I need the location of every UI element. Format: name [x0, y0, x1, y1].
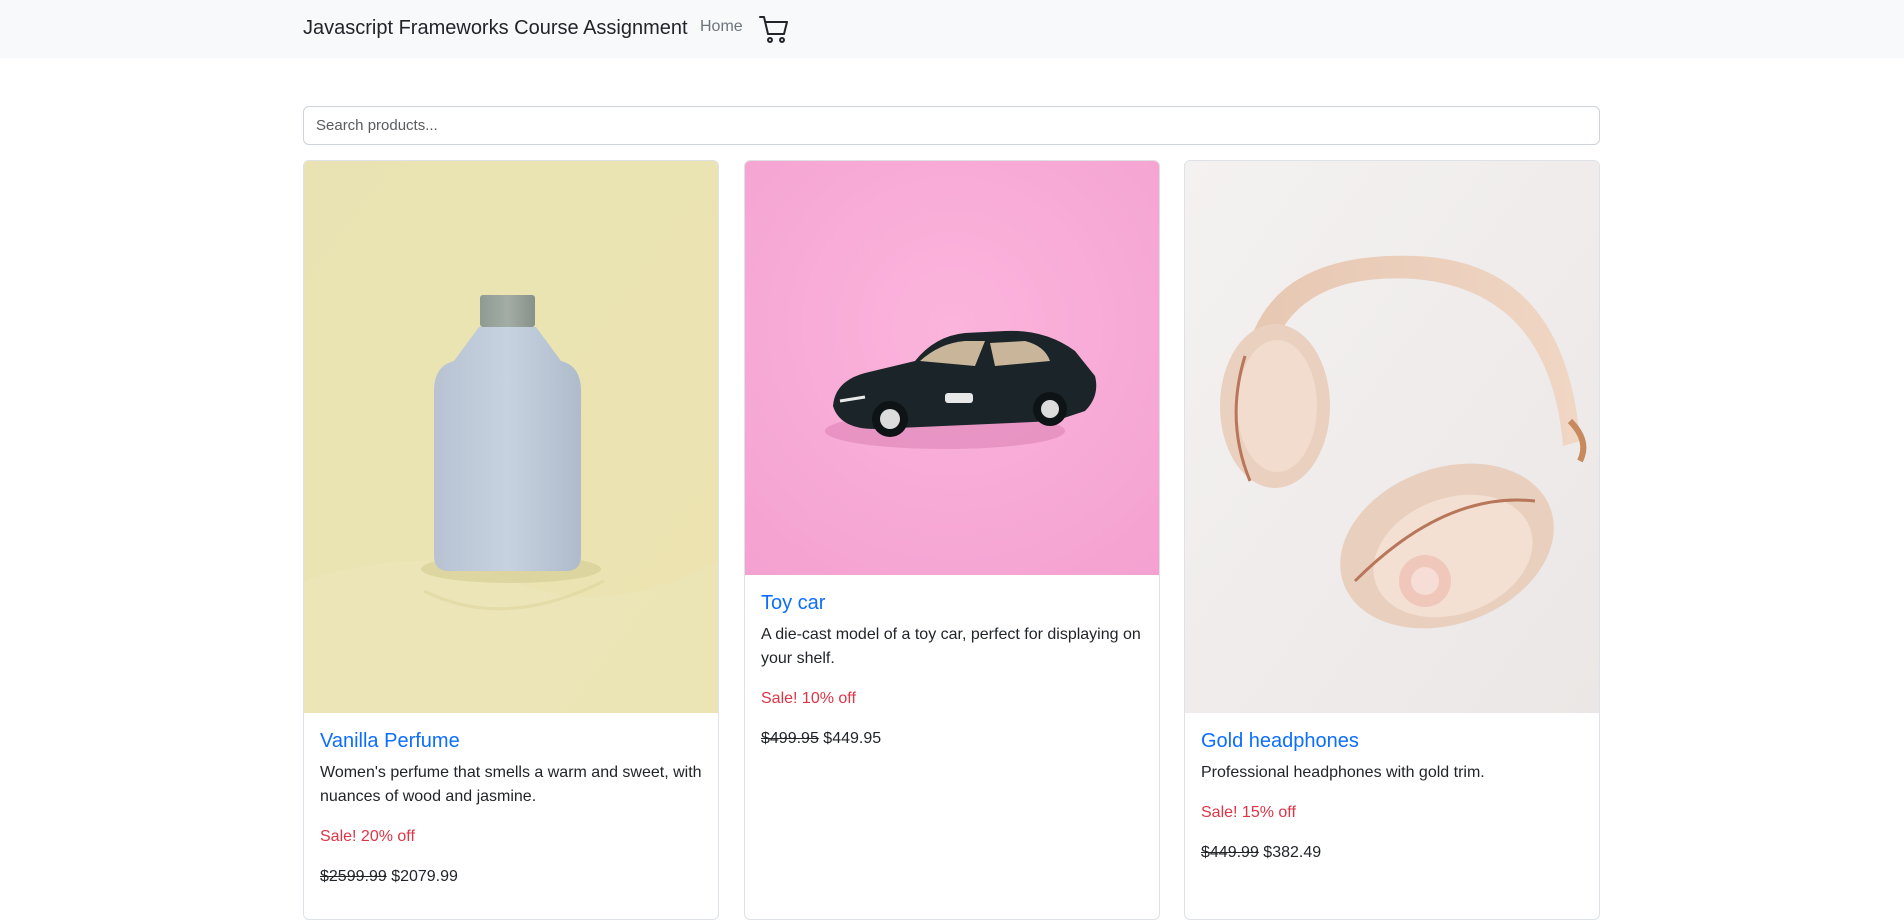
product-card-toy-car[interactable]: Toy car A die-cast model of a toy car, p… [744, 160, 1160, 920]
product-description: Women's perfume that smells a warm and s… [320, 764, 702, 805]
old-price: $499.95 [761, 730, 819, 747]
sale-badge: Sale! 20% off [320, 828, 415, 845]
new-price: $382.49 [1263, 844, 1322, 861]
cart-icon [759, 16, 788, 43]
product-description: A die-cast model of a toy car, perfect f… [761, 626, 1141, 667]
price: $2599.99 $2079.99 [320, 865, 702, 889]
product-description: Professional headphones with gold trim. [1201, 764, 1485, 781]
sale-badge: Sale! 10% off [761, 690, 856, 707]
search-input[interactable] [303, 106, 1600, 145]
product-title[interactable]: Vanilla Perfume [320, 729, 702, 753]
product-title[interactable]: Gold headphones [1201, 729, 1583, 753]
nav-home-link[interactable]: Home [700, 18, 743, 36]
price: $499.95 $449.95 [761, 727, 1143, 751]
product-card-gold-headphones[interactable]: Gold headphones Professional headphones … [1184, 160, 1600, 920]
product-title[interactable]: Toy car [761, 591, 1143, 615]
new-price: $2079.99 [391, 868, 458, 885]
old-price: $2599.99 [320, 868, 387, 885]
headphones-image[interactable] [1185, 161, 1599, 713]
sale-badge: Sale! 15% off [1201, 804, 1296, 821]
navbar: Javascript Frameworks Course Assignment … [0, 0, 1904, 58]
cart-link[interactable] [758, 13, 790, 45]
price: $449.99 $382.49 [1201, 841, 1583, 865]
product-card-vanilla-perfume[interactable]: Vanilla Perfume Women's perfume that sme… [303, 160, 719, 920]
brand-link[interactable]: Javascript Frameworks Course Assignment [303, 17, 688, 40]
perfume-bottle-image[interactable] [304, 161, 718, 713]
old-price: $449.99 [1201, 844, 1259, 861]
toy-car-image[interactable] [745, 161, 1159, 575]
new-price: $449.95 [823, 730, 882, 747]
